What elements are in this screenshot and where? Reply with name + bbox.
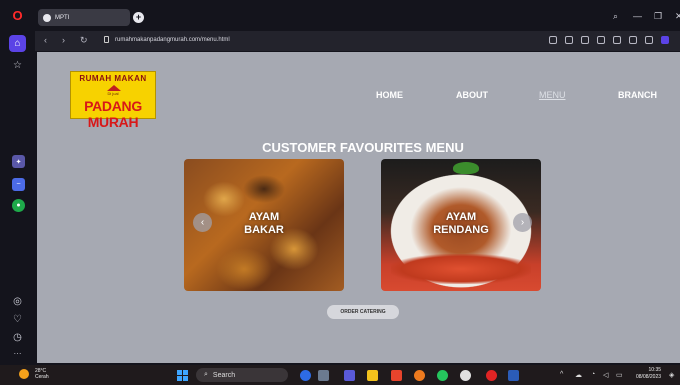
battery-icon[interactable] [629,36,637,44]
weather-sun-icon[interactable] [19,369,29,379]
carousel-prev-button[interactable]: ‹ [193,213,212,232]
office-icon[interactable] [391,370,402,381]
search-icon: ⌕ [204,371,208,378]
taskbar-search[interactable]: ⌕ Search [196,368,288,382]
browser-sidebar: O ⌂ ☆ ✦ ~ ● ◎ ♡ ◷ ··· [0,0,35,365]
battery-tray-icon[interactable]: ▭ [616,371,623,379]
lock-icon [104,36,109,43]
close-button[interactable]: ✕ [675,11,680,22]
weather-desc: Cerah [35,374,49,380]
wifi-icon[interactable]: ◔ [591,371,595,378]
profile-icon[interactable] [661,36,669,44]
maximize-button[interactable]: ❐ [654,11,662,22]
reload-icon[interactable]: ↻ [80,35,88,46]
firefox-icon[interactable] [414,370,425,381]
whatsapp-taskbar-icon[interactable] [437,370,448,381]
tab-strip: MPTI + ⌕ — ❐ ✕ [35,0,680,30]
forward-icon[interactable]: › [62,35,65,45]
weather-widget[interactable]: 28°C Cerah [35,368,49,380]
url-field[interactable]: rumahmakanpadangmurah.com/menu.html [115,37,230,43]
opera-logo-icon[interactable]: O [10,8,25,23]
leaf-decor [453,162,479,174]
site-logo[interactable]: RUMAH MAKAN Di jual PADANG MURAH [70,71,156,130]
nav-about[interactable]: ABOUT [456,90,488,100]
nav-menu[interactable]: MENU [539,90,566,100]
clock-date: 08/08/2023 [636,374,662,380]
web-page: RUMAH MAKAN Di jual PADANG MURAH HOME AB… [37,52,680,363]
camera-icon[interactable] [565,36,573,44]
word-icon[interactable] [508,370,519,381]
tab-favicon-icon [43,13,51,22]
back-icon[interactable]: ‹ [44,35,47,45]
menu-icon[interactable] [645,36,653,44]
send-icon[interactable] [597,36,605,44]
carousel-next-button[interactable]: › [513,213,532,232]
section-title: CUSTOMER FAVOURITES MENU [262,140,464,155]
heart-icon[interactable]: ♡ [10,312,25,327]
aria-app-icon[interactable]: ✦ [12,155,25,168]
taskbar: 28°C Cerah ⌕ Search ^ ☁ ◔ ◁ ▭ 10:35 08/0… [0,365,680,385]
tab-title: MPTI [55,14,70,21]
notification-icon[interactable]: ◈ [669,371,674,379]
clock[interactable]: 10:35 08/08/2023 [636,367,661,381]
file-explorer-icon[interactable] [367,370,378,381]
nav-home[interactable]: HOME [376,90,403,100]
chat-icon[interactable] [344,370,355,381]
opera-taskbar-icon[interactable] [486,370,497,381]
new-tab-button[interactable]: + [133,12,144,23]
tray-app-icon[interactable]: ☁ [575,371,582,379]
messenger-icon[interactable]: ~ [12,178,25,191]
vpn-icon[interactable] [581,36,589,44]
heart-toolbar-icon[interactable] [613,36,621,44]
start-button[interactable] [177,370,188,381]
teams-icon[interactable] [300,370,311,381]
star-icon[interactable]: ☆ [10,58,25,73]
logo-main-text: PADANG MURAH [84,98,142,130]
search-placeholder: Search [212,371,236,379]
volume-icon[interactable]: ◁ [603,371,608,379]
clock-time: 10:35 [648,367,662,373]
minimize-button[interactable]: — [633,11,642,21]
more-icon[interactable]: ··· [10,346,25,361]
search-tabs-icon[interactable]: ⌕ [613,11,618,22]
translate-icon[interactable] [549,36,557,44]
media-player-icon[interactable] [460,370,471,381]
address-bar: ‹ › ↻ rumahmakanpadangmurah.com/menu.htm… [35,31,680,51]
whatsapp-icon[interactable]: ● [12,199,25,212]
tab-mpti[interactable]: MPTI [38,9,130,26]
history-icon[interactable]: ◷ [10,330,25,345]
task-view-icon[interactable] [318,370,329,381]
sauce-decor [391,254,531,284]
recent-icon[interactable]: ◎ [10,294,25,309]
nav-branch[interactable]: BRANCH [618,90,657,100]
logo-small-text: Di jual [107,91,119,96]
logo-top-text: RUMAH MAKAN [79,74,147,83]
order-catering-button[interactable]: ORDER CATERING [327,305,399,319]
home-icon[interactable]: ⌂ [9,35,26,52]
tray-chevron-icon[interactable]: ^ [560,371,563,378]
